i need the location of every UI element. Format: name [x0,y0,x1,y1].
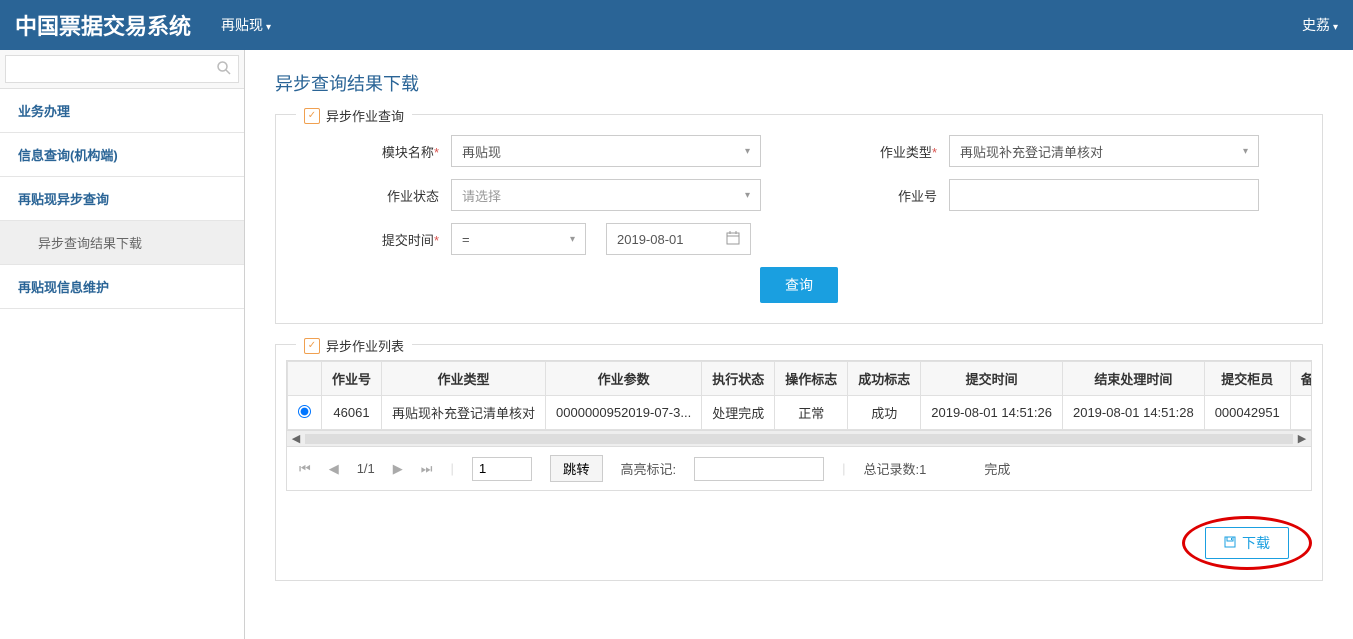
sidebar-item-info-maintain[interactable]: 再贴现信息维护 [0,265,244,309]
cell-op: 正常 [775,396,848,430]
cell-success: 成功 [848,396,921,430]
chevron-down-icon: ▾ [1243,146,1248,157]
query-fieldset: ✓ 异步作业查询 模块名称* 再贴现 ▾ 作业类型* 再贴现补充登记清单核对 ▾ [275,114,1323,324]
query-legend-text: 异步作业查询 [326,106,404,125]
jobtype-select[interactable]: 再贴现补充登记清单核对 ▾ [949,135,1259,167]
scroll-track[interactable] [305,434,1293,444]
pager-goto-button[interactable]: 跳转 [550,455,603,482]
pager-first-icon[interactable]: ⏮ [299,461,311,477]
th-params: 作业参数 [546,362,702,396]
cell-exec: 处理完成 [702,396,775,430]
highlight-label: 高亮标记: [621,459,677,478]
jobno-label: 作业号 [799,186,949,205]
sidebar-search [0,50,244,89]
chevron-down-icon: ▾ [745,190,750,201]
sidebar: 业务办理 信息查询(机构端) 再贴现异步查询 异步查询结果下载 再贴现信息维护 [0,50,245,639]
date-input[interactable]: 2019-08-01 [606,223,751,255]
cell-jobtype: 再贴现补充登记清单核对 [382,396,546,430]
highlight-input[interactable] [694,457,824,481]
table-container: 作业号 作业类型 作业参数 执行状态 操作标志 成功标志 提交时间 结束处理时间… [286,360,1312,447]
cell-jobno: 46061 [322,396,382,430]
submittime-label: 提交时间* [301,230,451,249]
save-icon [1224,536,1236,551]
header-menu-rediscount[interactable]: 再贴现 [221,15,271,35]
total-records: 总记录数:1 [864,459,927,478]
query-button[interactable]: 查询 [760,267,838,303]
chevron-down-icon: ▾ [745,146,750,157]
pager-last-icon[interactable]: ⏭ [421,461,433,477]
pager-goto-input[interactable] [472,457,532,481]
th-op: 操作标志 [775,362,848,396]
th-jobtype: 作业类型 [382,362,546,396]
row-radio[interactable] [298,405,311,418]
th-submit: 提交时间 [921,362,1063,396]
download-highlight-circle: 下载 [1182,516,1312,570]
module-label: 模块名称* [301,142,451,161]
cell-params: 0000000952019-07-3... [546,396,702,430]
pager-next-icon[interactable]: ▶ [393,461,403,477]
table-header-row: 作业号 作业类型 作业参数 执行状态 操作标志 成功标志 提交时间 结束处理时间… [288,362,1313,396]
calendar-icon [726,231,740,248]
cell-teller: 000042951 [1204,396,1290,430]
sidebar-item-async-download[interactable]: 异步查询结果下载 [0,221,244,265]
pager-status: 完成 [984,459,1010,478]
pager-prev-icon[interactable]: ◀ [329,461,339,477]
cell-remark [1290,396,1312,430]
module-select[interactable]: 再贴现 ▾ [451,135,761,167]
search-icon[interactable] [216,60,232,81]
app-title: 中国票据交易系统 [15,9,191,41]
list-legend-text: 异步作业列表 [326,336,404,355]
status-label: 作业状态 [301,186,451,205]
horizontal-scrollbar[interactable]: ◀ ▶ [287,430,1311,446]
header: 中国票据交易系统 再贴现 史荔 [0,0,1353,50]
list-legend: ✓ 异步作业列表 [296,336,412,355]
status-select[interactable]: 请选择 ▾ [451,179,761,211]
cell-submit: 2019-08-01 14:51:26 [921,396,1063,430]
list-fieldset: ✓ 异步作业列表 作业号 作业类型 作业参数 执行状态 操作标志 成功标志 [275,344,1323,581]
pager-page-text: 1/1 [357,461,375,476]
th-remark: 备注信息 [1290,362,1312,396]
operator-select[interactable]: = ▾ [451,223,586,255]
sidebar-item-business[interactable]: 业务办理 [0,89,244,133]
cell-end: 2019-08-01 14:51:28 [1062,396,1204,430]
scroll-left-icon[interactable]: ◀ [289,432,303,445]
job-table: 作业号 作业类型 作业参数 执行状态 操作标志 成功标志 提交时间 结束处理时间… [287,361,1312,430]
jobno-input-wrap [949,179,1259,211]
download-label: 下载 [1242,533,1270,553]
pager: ⏮ ◀ 1/1 ▶ ⏭ | 跳转 高亮标记: | 总记录数:1 完成 [286,447,1312,491]
th-teller: 提交柜员 [1204,362,1290,396]
page-title: 异步查询结果下载 [275,70,1323,96]
jobtype-label: 作业类型* [799,142,949,161]
main-content: 异步查询结果下载 ✓ 异步作业查询 模块名称* 再贴现 ▾ 作业类型* 再贴现补 [245,50,1353,639]
chevron-down-icon: ▾ [570,234,575,245]
table-row[interactable]: 46061 再贴现补充登记清单核对 0000000952019-07-3... … [288,396,1313,430]
collapse-icon[interactable]: ✓ [304,338,320,354]
sidebar-item-info-query[interactable]: 信息查询(机构端) [0,133,244,177]
th-success: 成功标志 [848,362,921,396]
th-exec: 执行状态 [702,362,775,396]
sidebar-item-async-query[interactable]: 再贴现异步查询 [0,177,244,221]
query-legend: ✓ 异步作业查询 [296,106,412,125]
th-end: 结束处理时间 [1062,362,1204,396]
download-button[interactable]: 下载 [1205,527,1289,559]
collapse-icon[interactable]: ✓ [304,108,320,124]
th-jobno: 作业号 [322,362,382,396]
sidebar-search-input[interactable] [5,55,239,83]
scroll-right-icon[interactable]: ▶ [1295,432,1309,445]
header-user-menu[interactable]: 史荔 [1302,15,1338,35]
jobno-input[interactable] [960,180,1248,210]
